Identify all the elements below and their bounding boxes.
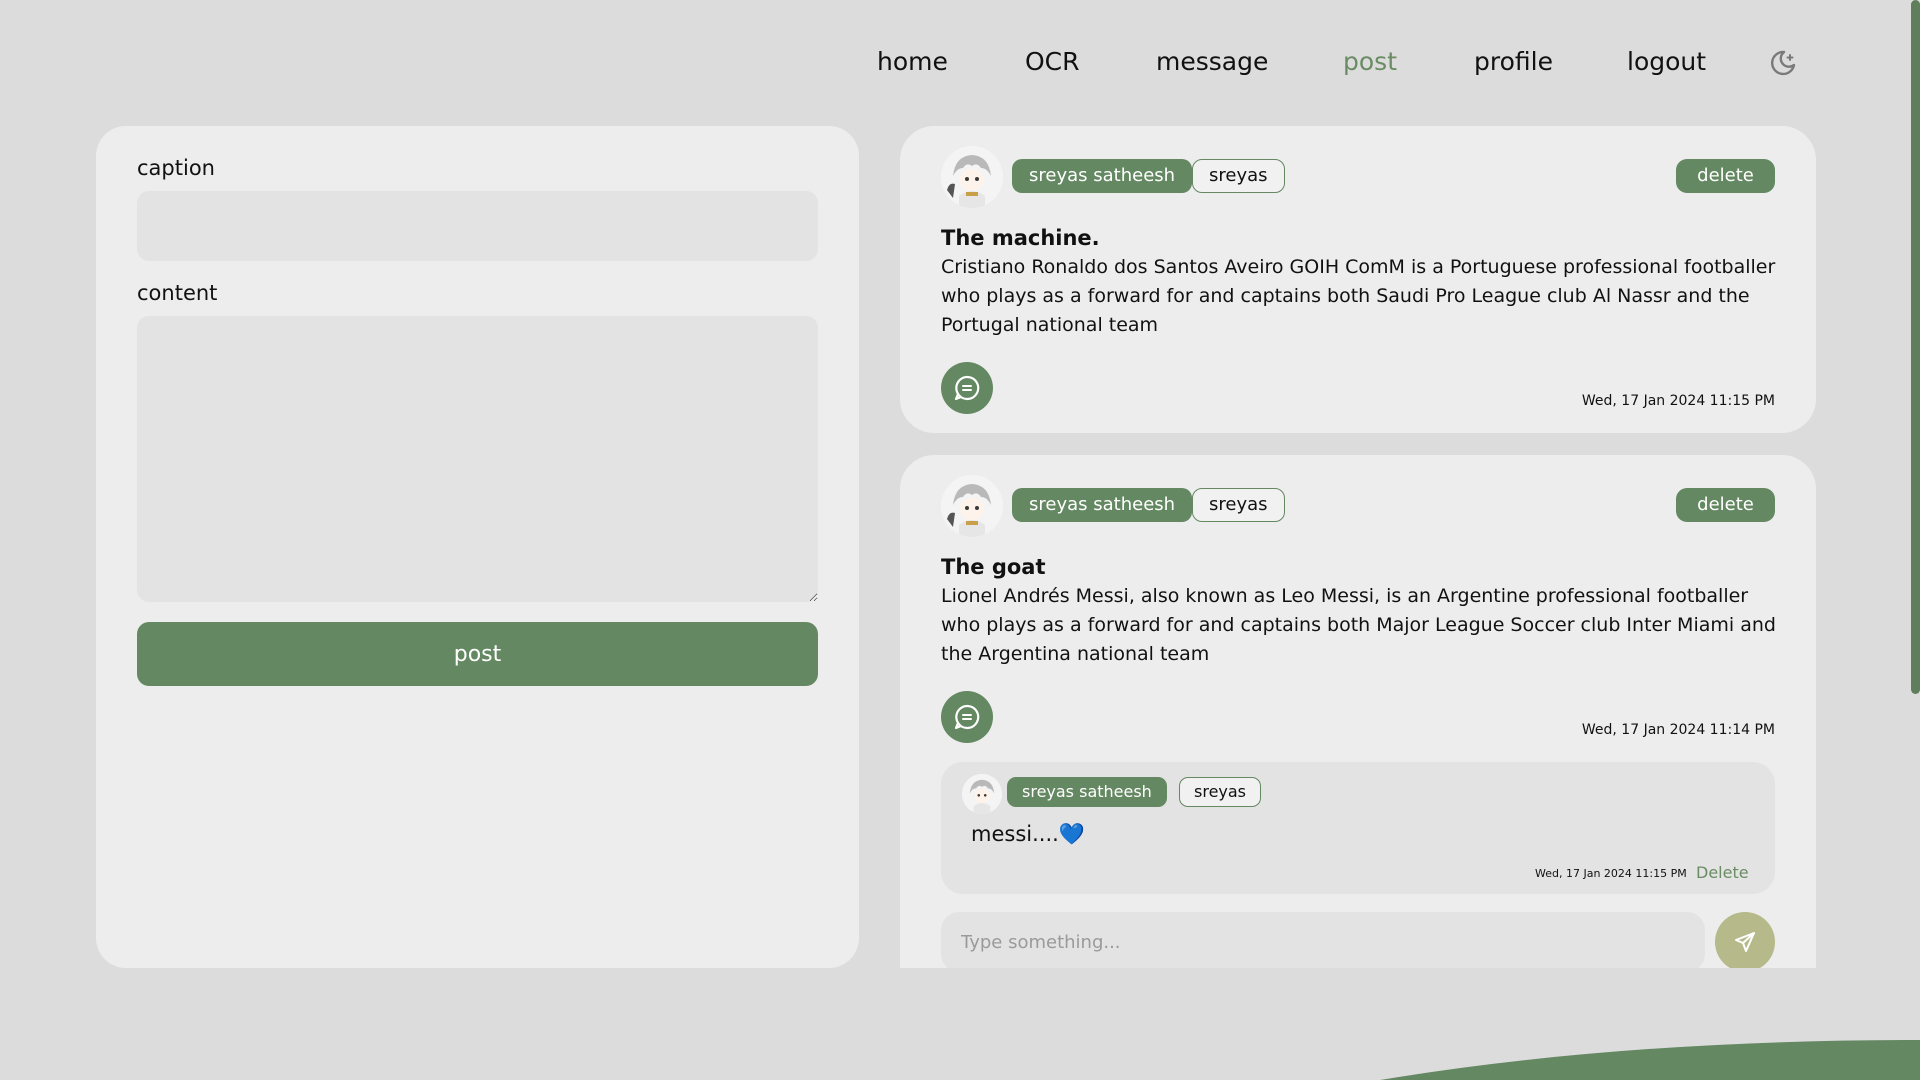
nav-post[interactable]: post <box>1343 44 1397 80</box>
post-body: Cristiano Ronaldo dos Santos Aveiro GOIH… <box>941 256 1776 336</box>
post-body: Lionel Andrés Messi, also known as Leo M… <box>941 585 1776 665</box>
content-textarea[interactable] <box>137 316 818 602</box>
post-feed[interactable]: sreyas satheesh sreyas delete The machin… <box>900 126 1816 968</box>
comment-toggle-button[interactable] <box>941 691 993 743</box>
post-button[interactable]: post <box>137 622 818 686</box>
nav-home[interactable]: home <box>877 44 948 80</box>
post-card: sreyas satheesh sreyas delete The goat L… <box>900 455 1816 968</box>
post-title: The goat <box>941 555 1046 579</box>
comment-avatar[interactable] <box>962 774 1002 814</box>
author-username-badge[interactable]: sreyas <box>1192 159 1285 193</box>
post-title: The machine. <box>941 226 1100 250</box>
blue-heart-emoji: 💙 <box>1058 822 1085 846</box>
avatar[interactable] <box>941 146 1003 208</box>
comment-toggle-button[interactable] <box>941 362 993 414</box>
author-name-badge[interactable]: sreyas satheesh <box>1012 488 1193 522</box>
caption-label: caption <box>137 156 215 180</box>
delete-post-button[interactable]: delete <box>1676 488 1775 522</box>
dark-mode-icon[interactable] <box>1770 50 1796 76</box>
author-username-badge[interactable]: sreyas <box>1192 488 1285 522</box>
nav-logout[interactable]: logout <box>1627 44 1706 80</box>
page-scrollbar[interactable] <box>1911 0 1920 694</box>
delete-comment-link[interactable]: Delete <box>1696 863 1749 882</box>
author-name-badge[interactable]: sreyas satheesh <box>1012 159 1193 193</box>
nav-profile[interactable]: profile <box>1474 44 1553 80</box>
comment-timestamp: Wed, 17 Jan 2024 11:15 PM <box>1535 867 1687 880</box>
delete-post-button[interactable]: delete <box>1676 159 1775 193</box>
post-timestamp: Wed, 17 Jan 2024 11:15 PM <box>1581 393 1775 409</box>
post-card: sreyas satheesh sreyas delete The machin… <box>900 126 1816 433</box>
comment-author-username-badge[interactable]: sreyas <box>1179 777 1262 807</box>
comment-input[interactable] <box>941 912 1705 968</box>
comment-icon <box>954 375 980 401</box>
send-icon <box>1735 932 1755 952</box>
post-timestamp: Wed, 17 Jan 2024 11:14 PM <box>1581 722 1775 738</box>
comment-text-content: messi.... <box>971 822 1059 846</box>
top-nav: home OCR message post profile logout <box>0 44 1920 80</box>
content-label: content <box>137 281 218 305</box>
post-composer: caption content post <box>96 126 859 968</box>
comment-author-name-badge[interactable]: sreyas satheesh <box>1007 777 1167 807</box>
send-comment-button[interactable] <box>1715 912 1775 968</box>
nav-message[interactable]: message <box>1156 44 1268 80</box>
caption-input[interactable] <box>137 191 818 261</box>
nav-ocr[interactable]: OCR <box>1025 44 1080 80</box>
avatar[interactable] <box>941 475 1003 537</box>
comment-icon <box>954 704 980 730</box>
comment-text: messi....💙 <box>971 822 1085 847</box>
comment-item: sreyas satheesh sreyas messi....💙 Wed, 1… <box>941 762 1775 894</box>
